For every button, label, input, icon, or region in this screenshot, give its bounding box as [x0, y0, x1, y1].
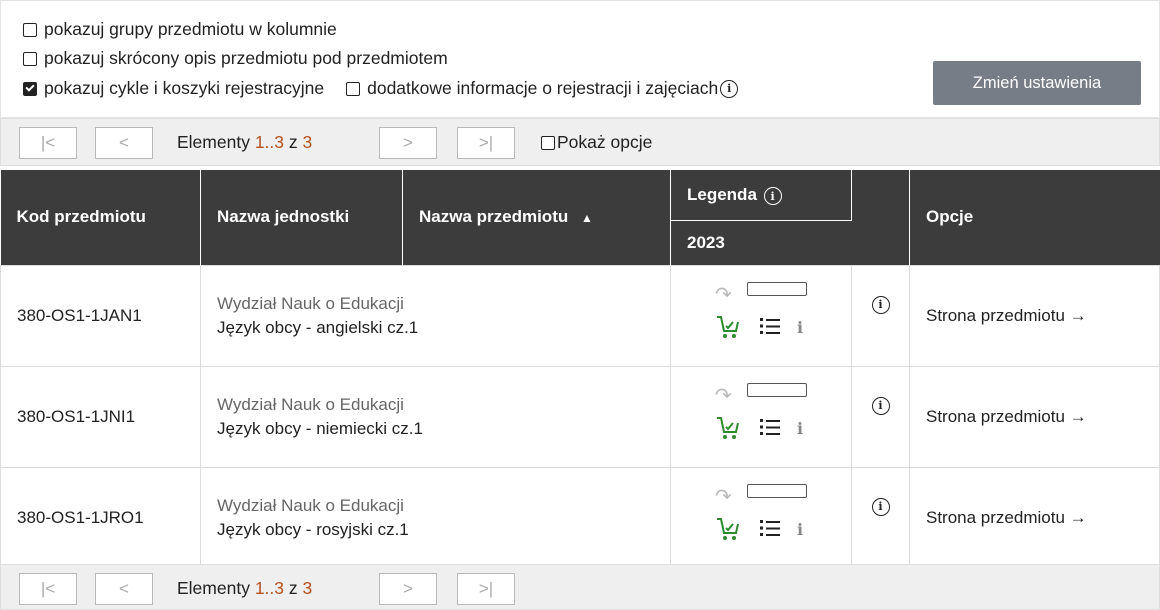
courses-table: Kod przedmiotu Nazwa jednostki Nazwa prz…	[0, 170, 1160, 569]
col-header-unit[interactable]: Nazwa jednostki	[200, 170, 403, 265]
info-cell: i	[851, 466, 910, 569]
unit-name: Wydział Nauk o Edukacji	[217, 394, 404, 414]
refresh-icon: ↷	[715, 283, 732, 306]
subject-name[interactable]: Język obcy - niemiecki cz.1	[217, 419, 654, 439]
course-name-cell: Wydział Nauk o Edukacji Język obcy - nie…	[200, 365, 671, 468]
cart-icon[interactable]	[715, 314, 741, 340]
option-show-short-description[interactable]: pokazuj skrócony opis przedmiotu pod prz…	[23, 48, 448, 69]
status-bar-icon	[747, 382, 807, 397]
list-icon[interactable]	[759, 417, 781, 437]
col-header-info	[851, 170, 910, 265]
refresh-icon: ↷	[715, 384, 732, 407]
col-header-year: 2023	[670, 220, 852, 265]
list-icon[interactable]	[759, 316, 781, 336]
table-row: 380-OS1-1JAN1 Wydział Nauk o Edukacji Ję…	[0, 264, 1160, 367]
option-show-short-description-label: pokazuj skrócony opis przedmiotu pod prz…	[44, 48, 448, 68]
info-small-icon[interactable]: i	[797, 318, 803, 337]
legend-cell: ↷ i	[670, 466, 852, 569]
course-name-cell: Wydział Nauk o Edukacji Język obcy - ang…	[200, 264, 671, 367]
unit-name: Wydział Nauk o Edukacji	[217, 495, 404, 515]
course-page-link[interactable]: Strona przedmiotu →	[926, 508, 1087, 527]
pager-range: 1..3	[254, 132, 285, 152]
course-page-link[interactable]: Strona przedmiotu →	[926, 407, 1087, 426]
show-options-checkbox[interactable]	[541, 135, 555, 150]
legend-cell: ↷ i	[670, 264, 852, 367]
checkbox-additional-info[interactable]	[346, 81, 361, 96]
course-name-cell: Wydział Nauk o Edukacji Język obcy - ros…	[200, 466, 671, 569]
status-bar-icon	[747, 483, 807, 498]
pager-range: 1..3	[254, 578, 285, 598]
show-options-toggle[interactable]: Pokaż opcje	[541, 132, 652, 153]
last-page-button[interactable]: >|	[457, 127, 515, 159]
pager-top: |< < Elementy 1..3 z 3 > >| Pokaż opcje	[0, 118, 1160, 166]
course-code: 380-OS1-1JRO1	[0, 466, 201, 569]
col-header-options: Opcje	[909, 170, 1160, 265]
pager-bottom: |< < Elementy 1..3 z 3 > >|	[0, 564, 1160, 610]
col-header-subject[interactable]: Nazwa przedmiotu ▲	[402, 170, 671, 265]
option-show-cycles-label: pokazuj cykle i koszyki rejestracyjne	[44, 78, 325, 98]
first-page-button[interactable]: |<	[19, 573, 77, 605]
option-show-groups-label: pokazuj grupy przedmiotu w kolumnie	[44, 19, 337, 39]
first-page-button[interactable]: |<	[19, 127, 77, 159]
checkbox-show-cycles[interactable]	[23, 81, 37, 96]
cart-icon[interactable]	[715, 516, 741, 542]
cart-icon[interactable]	[715, 415, 741, 441]
pager-label: Elementy	[177, 578, 250, 598]
option-additional-info[interactable]: dodatkowe informacje o rejestracji i zaj…	[346, 78, 739, 99]
prev-page-button[interactable]: <	[95, 573, 153, 605]
row-info-icon[interactable]: i	[871, 396, 890, 415]
col-header-code[interactable]: Kod przedmiotu	[0, 170, 201, 265]
pager-info: Elementy 1..3 z 3	[177, 578, 312, 599]
apply-settings-button[interactable]: Zmień ustawienia	[933, 61, 1141, 105]
course-code: 380-OS1-1JNI1	[0, 365, 201, 468]
pager-total: 3	[302, 132, 313, 152]
table-row: 380-OS1-1JRO1 Wydział Nauk o Edukacji Ję…	[0, 466, 1160, 569]
info-small-icon[interactable]: i	[797, 520, 803, 539]
sort-ascending-icon: ▲	[580, 211, 593, 226]
row-info-icon[interactable]: i	[871, 295, 890, 314]
info-cell: i	[851, 264, 910, 367]
checkbox-show-groups[interactable]	[23, 22, 37, 37]
last-page-button[interactable]: >|	[457, 573, 515, 605]
show-options-label: Pokaż opcje	[557, 132, 653, 152]
options-cell: Strona przedmiotu →	[909, 264, 1160, 367]
checkbox-show-short-description[interactable]	[23, 51, 37, 66]
option-additional-info-label: dodatkowe informacje o rejestracji i zaj…	[367, 78, 719, 98]
course-page-link[interactable]: Strona przedmiotu →	[926, 306, 1087, 325]
col-header-subject-label: Nazwa przedmiotu	[419, 207, 569, 227]
legend-info-icon[interactable]: i	[763, 187, 782, 205]
option-row-3: pokazuj cykle i koszyki rejestracyjne do…	[23, 78, 739, 99]
display-settings-panel: pokazuj grupy przedmiotu w kolumnie poka…	[0, 0, 1160, 118]
next-page-button[interactable]: >	[379, 573, 437, 605]
pager-of: z	[288, 132, 298, 152]
legend-label: Legenda	[687, 184, 757, 204]
info-cell: i	[851, 365, 910, 468]
info-small-icon[interactable]: i	[797, 419, 803, 438]
col-header-legend: Legenda i	[670, 170, 852, 221]
info-icon[interactable]: i	[720, 79, 739, 98]
option-show-groups[interactable]: pokazuj grupy przedmiotu w kolumnie	[23, 19, 337, 40]
pager-of: z	[288, 578, 298, 598]
next-page-button[interactable]: >	[379, 127, 437, 159]
subject-name[interactable]: Język obcy - rosyjski cz.1	[217, 520, 654, 540]
pager-label: Elementy	[177, 132, 250, 152]
subject-name[interactable]: Język obcy - angielski cz.1	[217, 318, 654, 338]
prev-page-button[interactable]: <	[95, 127, 153, 159]
unit-name: Wydział Nauk o Edukacji	[217, 293, 404, 313]
course-code: 380-OS1-1JAN1	[0, 264, 201, 367]
options-cell: Strona przedmiotu →	[909, 365, 1160, 468]
table-row: 380-OS1-1JNI1 Wydział Nauk o Edukacji Ję…	[0, 365, 1160, 468]
list-icon[interactable]	[759, 518, 781, 538]
status-bar-icon	[747, 281, 807, 296]
legend-cell: ↷ i	[670, 365, 852, 468]
refresh-icon: ↷	[715, 485, 732, 508]
options-cell: Strona przedmiotu →	[909, 466, 1160, 569]
pager-total: 3	[302, 578, 313, 598]
row-info-icon[interactable]: i	[871, 497, 890, 516]
pager-info: Elementy 1..3 z 3	[177, 132, 312, 153]
